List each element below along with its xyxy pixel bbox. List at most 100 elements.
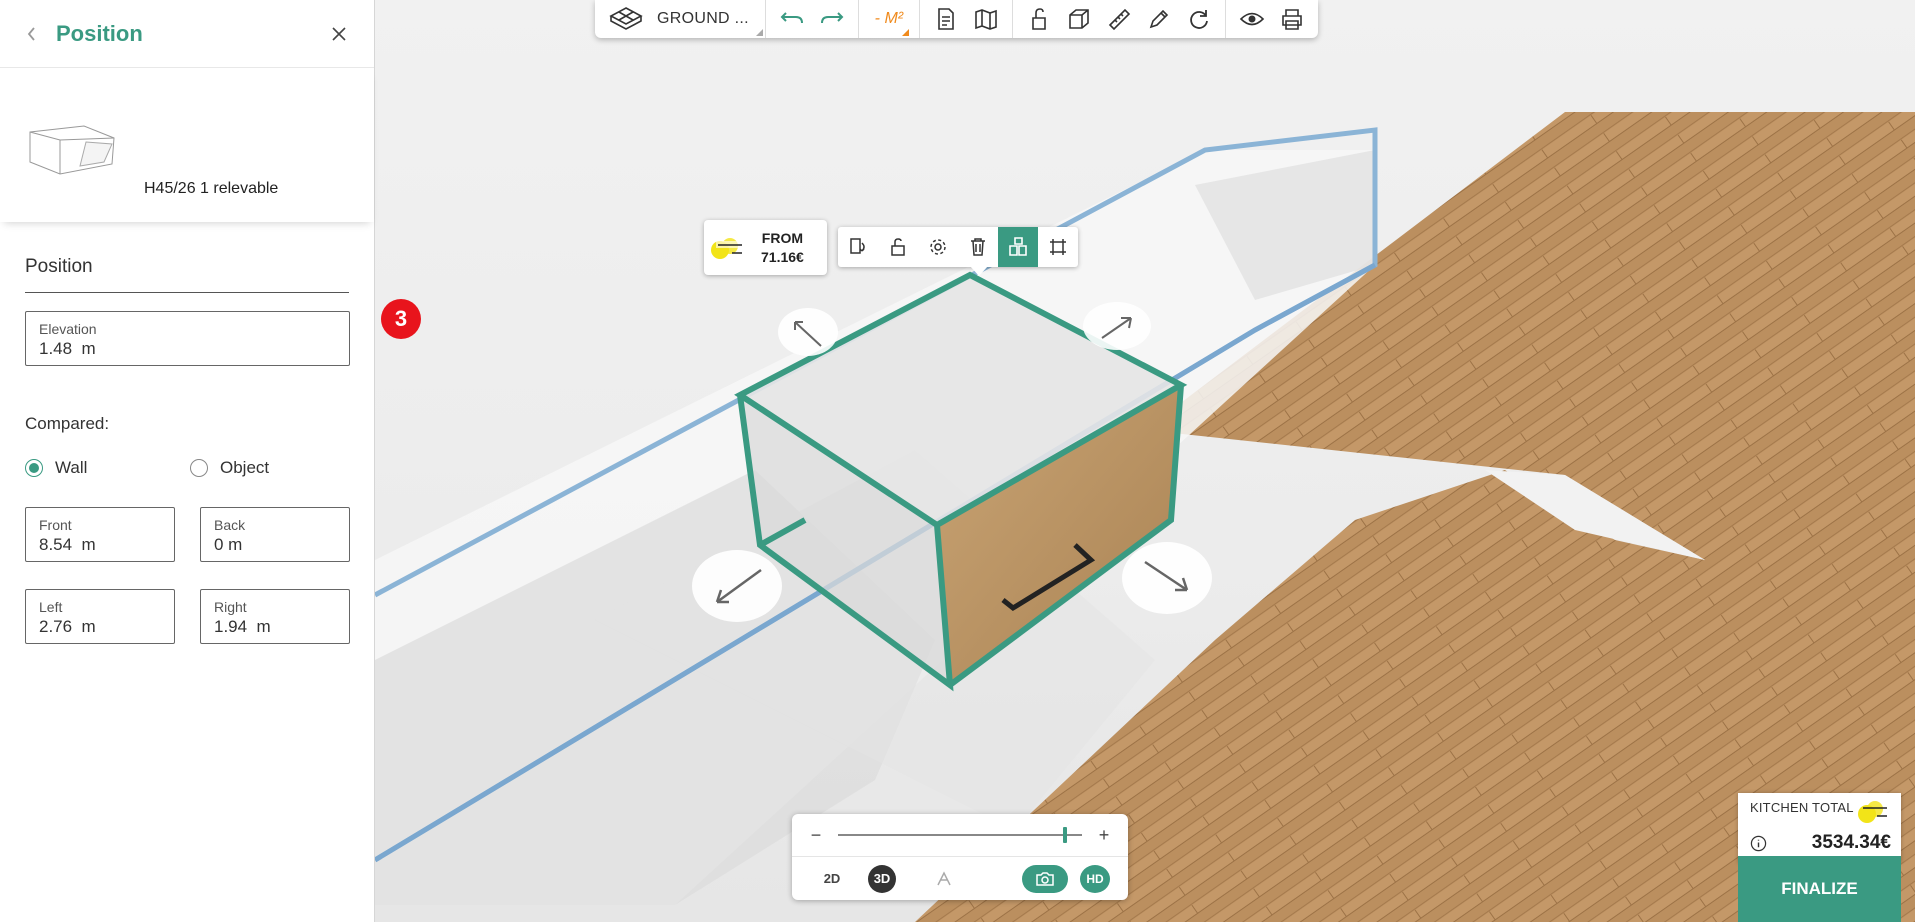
left-label: Left <box>39 599 63 615</box>
radio-object[interactable]: Object <box>190 458 269 478</box>
redo-button[interactable] <box>812 0 852 38</box>
pen-icon <box>1149 9 1169 29</box>
price-text: FROM 71.16€ <box>761 229 804 267</box>
floor-label: GROUND ... <box>657 10 749 27</box>
lock-icon <box>1032 8 1046 30</box>
blocks-button[interactable] <box>998 227 1038 267</box>
front-field[interactable]: Front 8.54 m <box>25 507 175 562</box>
radio-object-indicator <box>190 459 208 477</box>
kitchen-total-value: 3534.34€ <box>1811 832 1891 853</box>
history-group <box>766 0 859 38</box>
elevation-field[interactable]: Elevation 1.48 m <box>25 311 350 366</box>
radio-wall[interactable]: Wall <box>25 458 87 478</box>
right-field[interactable]: Right 1.94 m <box>200 589 350 644</box>
frame-button[interactable] <box>1038 227 1078 267</box>
view-controls: − + 2D 3D HD <box>792 814 1128 900</box>
context-pointer <box>970 266 988 276</box>
cube-button[interactable] <box>1059 0 1099 38</box>
print-icon <box>1282 9 1302 30</box>
replace-button[interactable] <box>838 227 878 267</box>
panel-header: Position <box>0 0 374 68</box>
undo-button[interactable] <box>772 0 812 38</box>
hd-render-button[interactable]: HD <box>1080 864 1110 893</box>
radio-object-label: Object <box>220 458 270 477</box>
replace-icon <box>850 238 865 254</box>
print-button[interactable] <box>1272 0 1312 38</box>
lock-button[interactable] <box>1019 0 1059 38</box>
elevation-label: Elevation <box>39 321 97 337</box>
frame-icon <box>1050 239 1066 255</box>
map-button[interactable] <box>966 0 1006 38</box>
gear-icon <box>930 239 946 255</box>
radio-wall-indicator <box>25 459 43 477</box>
ruler-icon <box>1108 8 1131 31</box>
visibility-button[interactable] <box>1232 0 1272 38</box>
close-icon <box>332 26 346 41</box>
zoom-slider-thumb[interactable] <box>1062 827 1067 843</box>
back-value: 0 m <box>214 535 243 554</box>
close-button[interactable] <box>326 21 352 47</box>
left-value: 2.76 m <box>39 617 96 636</box>
price-value: 71.16€ <box>761 248 804 265</box>
rotate-button[interactable] <box>1179 0 1219 38</box>
brand-logo-icon <box>1858 801 1887 823</box>
3d-viewport[interactable] <box>375 0 1915 922</box>
floor-dropdown[interactable]: GROUND ... <box>601 0 759 38</box>
blocks-icon <box>1009 237 1027 256</box>
rotate-icon <box>1190 10 1208 29</box>
document-button[interactable] <box>926 0 966 38</box>
scene-canvas <box>375 112 1915 922</box>
brand-logo-icon <box>711 237 744 259</box>
left-field[interactable]: Left 2.76 m <box>25 589 175 644</box>
area-button[interactable]: - M² <box>867 0 911 38</box>
product-name: H45/26 1 relevable <box>144 180 279 197</box>
compared-label: Compared: <box>25 414 110 433</box>
unlock-button[interactable] <box>878 227 918 267</box>
back-button[interactable] <box>22 24 42 44</box>
section-title: Position <box>25 256 349 293</box>
unlock-icon <box>891 238 905 256</box>
front-label: Front <box>39 517 72 533</box>
step-badge: 3 <box>381 299 421 339</box>
zoom-out-button[interactable]: − <box>806 825 826 846</box>
settings-button[interactable] <box>918 227 958 267</box>
front-value: 8.54 m <box>39 535 96 554</box>
product-card: H45/26 1 relevable <box>0 68 374 222</box>
move-arrow-se[interactable] <box>1122 542 1212 614</box>
back-field[interactable]: Back 0 m <box>200 507 350 562</box>
move-arrow-nw[interactable] <box>778 308 838 356</box>
area-group: - M² <box>859 0 920 38</box>
floor-dropdown-indicator <box>755 29 763 36</box>
tools-group <box>1013 0 1226 38</box>
mode-3d-button[interactable]: 3D <box>868 864 896 893</box>
map-icon <box>975 9 997 30</box>
zoom-in-button[interactable]: + <box>1094 825 1114 846</box>
move-arrow-ne[interactable] <box>1083 302 1151 350</box>
floor-selector[interactable]: GROUND ... <box>595 0 766 38</box>
right-label: Right <box>214 599 247 615</box>
elevation-value: 1.48 m <box>39 339 96 358</box>
document-group <box>920 0 1013 38</box>
chevron-left-icon <box>27 26 35 41</box>
panel-title: Position <box>56 20 143 46</box>
mode-row: 2D 3D HD <box>792 857 1128 900</box>
pen-button[interactable] <box>1139 0 1179 38</box>
radio-wall-label: Wall <box>55 458 88 477</box>
annotation-icon <box>937 870 951 885</box>
finalize-button[interactable]: FINALIZE <box>1738 856 1901 922</box>
kitchen-total-label: KITCHEN TOTAL <box>1750 800 1854 815</box>
mode-2d-button[interactable]: 2D <box>812 871 852 886</box>
cabinet-thumbnail-icon <box>29 125 115 175</box>
price-tag: FROM 71.16€ <box>704 220 827 275</box>
ruler-button[interactable] <box>1099 0 1139 38</box>
trash-icon <box>971 238 985 256</box>
snapshot-button[interactable] <box>1022 864 1068 893</box>
right-value: 1.94 m <box>214 617 271 636</box>
area-icon: - M² <box>874 10 904 27</box>
back-label: Back <box>214 517 246 533</box>
info-icon[interactable] <box>1750 835 1767 852</box>
zoom-slider[interactable] <box>838 827 1082 843</box>
move-arrow-sw[interactable] <box>692 550 782 622</box>
annotation-button[interactable] <box>936 870 952 887</box>
delete-button[interactable] <box>958 227 998 267</box>
